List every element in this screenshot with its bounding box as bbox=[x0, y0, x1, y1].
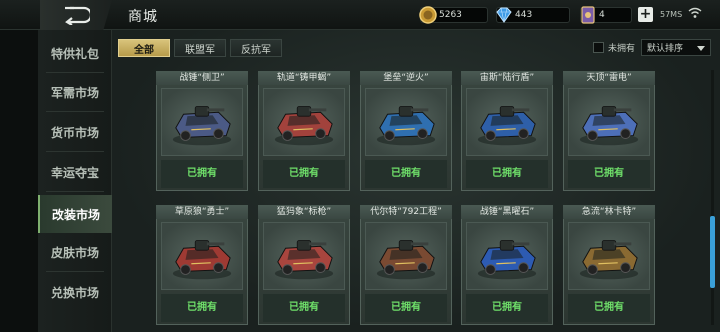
vehicle-image bbox=[161, 222, 243, 290]
vehicle-icon bbox=[274, 240, 334, 280]
vehicle-image bbox=[365, 88, 447, 156]
owned-label: 已拥有 bbox=[187, 168, 217, 179]
gem-currency: 443 bbox=[496, 6, 570, 24]
faction-tabs: 全部 联盟军 反抗军 bbox=[118, 39, 282, 57]
vehicle-icon bbox=[477, 106, 537, 146]
item-name: 天顶“雷电” bbox=[563, 71, 655, 85]
add-currency-button[interactable]: + bbox=[638, 7, 653, 22]
item-card[interactable]: 宙斯“陆行盾” 已拥有 bbox=[461, 71, 553, 191]
item-card[interactable]: 急流“林卡特” 已拥有 bbox=[563, 205, 655, 325]
wifi-icon bbox=[688, 7, 702, 18]
card-ticket-icon bbox=[581, 6, 595, 24]
sidebar-item-skin-market[interactable]: 皮肤市场 bbox=[38, 233, 112, 272]
item-card[interactable]: 堡垒“逆火” 已拥有 bbox=[360, 71, 452, 191]
sidebar: 特供礼包 军需市场 货币市场 幸运夺宝 改装市场 皮肤市场 兑换市场 bbox=[38, 30, 112, 332]
owned-label: 已拥有 bbox=[492, 168, 522, 179]
item-name: 急流“林卡特” bbox=[563, 205, 655, 219]
item-card[interactable]: 猛犸象“标枪” 已拥有 bbox=[258, 205, 350, 325]
vehicle-icon bbox=[172, 106, 232, 146]
owned-label: 已拥有 bbox=[492, 302, 522, 313]
sidebar-item-lucky-draw[interactable]: 幸运夺宝 bbox=[38, 153, 112, 192]
sidebar-item-currency-market[interactable]: 货币市场 bbox=[38, 113, 112, 152]
item-name: 战锤“黑曜石” bbox=[461, 205, 553, 219]
tab-resistance[interactable]: 反抗军 bbox=[230, 39, 282, 57]
not-owned-filter[interactable]: 未拥有 bbox=[593, 41, 635, 54]
item-card[interactable]: 战锤“黑曜石” 已拥有 bbox=[461, 205, 553, 325]
vehicle-image bbox=[161, 88, 243, 156]
page-title: 商城 bbox=[128, 9, 158, 25]
vehicle-image bbox=[568, 88, 650, 156]
item-name: 代尔特“792工程” bbox=[360, 205, 452, 219]
top-bar: 商城 5263 443 4 + 57MS bbox=[0, 0, 720, 30]
back-arrow-icon bbox=[65, 6, 93, 26]
scrollbar-thumb[interactable] bbox=[710, 216, 715, 288]
owned-label: 已拥有 bbox=[289, 168, 319, 179]
item-name: 草原狼“勇士” bbox=[156, 205, 248, 219]
diamond-icon bbox=[496, 7, 512, 23]
vehicle-image bbox=[263, 222, 345, 290]
vehicle-image bbox=[466, 222, 548, 290]
vehicle-icon bbox=[579, 106, 639, 146]
sidebar-item-mod-market[interactable]: 改装市场 bbox=[38, 195, 112, 233]
vehicle-icon bbox=[172, 240, 232, 280]
owned-label: 已拥有 bbox=[391, 302, 421, 313]
vehicle-icon bbox=[579, 240, 639, 280]
gold-coin-icon bbox=[419, 6, 437, 24]
owned-label: 已拥有 bbox=[289, 302, 319, 313]
vehicle-icon bbox=[376, 106, 436, 146]
not-owned-label: 未拥有 bbox=[608, 44, 636, 54]
vehicle-image bbox=[263, 88, 345, 156]
item-name: 宙斯“陆行盾” bbox=[461, 71, 553, 85]
not-owned-checkbox[interactable] bbox=[593, 42, 604, 53]
vehicle-icon bbox=[274, 106, 334, 146]
card-currency: 4 bbox=[580, 6, 632, 24]
vehicle-icon bbox=[376, 240, 436, 280]
tab-all[interactable]: 全部 bbox=[118, 39, 170, 57]
item-card[interactable]: 战锤“侧卫” 已拥有 bbox=[156, 71, 248, 191]
item-name: 堡垒“逆火” bbox=[360, 71, 452, 85]
owned-label: 已拥有 bbox=[594, 302, 624, 313]
sidebar-item-exchange-market[interactable]: 兑换市场 bbox=[38, 273, 112, 311]
chevron-down-icon bbox=[697, 46, 705, 51]
sidebar-item-special-packs[interactable]: 特供礼包 bbox=[38, 34, 112, 73]
vehicle-image bbox=[365, 222, 447, 290]
main-panel: 全部 联盟军 反抗军 未拥有 默认排序 战锤“侧卫” 已拥有 轨道“铸甲蝎” 已… bbox=[112, 30, 720, 332]
sort-dropdown[interactable]: 默认排序 bbox=[641, 39, 711, 56]
gold-currency: 5263 bbox=[419, 6, 488, 24]
item-card[interactable]: 代尔特“792工程” 已拥有 bbox=[360, 205, 452, 325]
vehicle-icon bbox=[477, 240, 537, 280]
item-card[interactable]: 草原狼“勇士” 已拥有 bbox=[156, 205, 248, 325]
item-card[interactable]: 轨道“铸甲蝎” 已拥有 bbox=[258, 71, 350, 191]
owned-label: 已拥有 bbox=[594, 168, 624, 179]
back-button[interactable] bbox=[62, 5, 93, 26]
vehicle-image bbox=[466, 88, 548, 156]
owned-label: 已拥有 bbox=[391, 168, 421, 179]
tab-alliance[interactable]: 联盟军 bbox=[174, 39, 226, 57]
item-name: 猛犸象“标枪” bbox=[258, 205, 350, 219]
item-card[interactable]: 天顶“雷电” 已拥有 bbox=[563, 71, 655, 191]
item-name: 战锤“侧卫” bbox=[156, 71, 248, 85]
sort-value: 默认排序 bbox=[647, 44, 684, 54]
sidebar-item-supply-market[interactable]: 军需市场 bbox=[38, 73, 112, 112]
item-name: 轨道“铸甲蝎” bbox=[258, 71, 350, 85]
vehicle-image bbox=[568, 222, 650, 290]
network-latency: 57MS bbox=[660, 10, 683, 19]
item-grid: 战锤“侧卫” 已拥有 轨道“铸甲蝎” 已拥有 堡垒“逆火” 已拥有 宙斯“陆行盾… bbox=[112, 63, 720, 332]
owned-label: 已拥有 bbox=[187, 302, 217, 313]
